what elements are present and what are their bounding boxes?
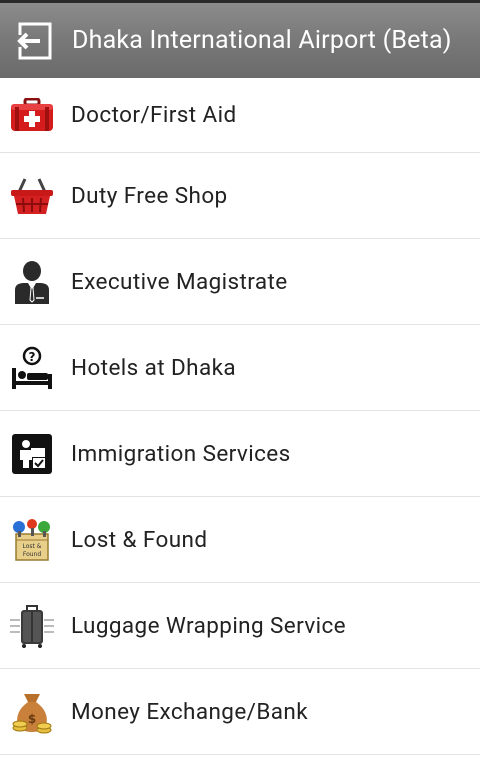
list-item-executive-magistrate[interactable]: Executive Magistrate [0, 239, 480, 325]
luggage-icon [0, 583, 64, 668]
action-bar: Dhaka International Airport (Beta) [0, 0, 480, 78]
back-button[interactable] [0, 3, 68, 78]
list-item-lost-and-found[interactable]: Lost & Found Lost & Found [0, 497, 480, 583]
page-title: Dhaka International Airport (Beta) [72, 26, 452, 55]
money-bag-icon: $ [0, 669, 64, 754]
list-item-immigration-services[interactable]: Immigration Services [0, 411, 480, 497]
immigration-icon [0, 411, 64, 496]
list-item-label: Executive Magistrate [71, 268, 288, 295]
service-list: Doctor/First Aid Duty Free Shop Executiv… [0, 78, 480, 755]
first-aid-kit-icon [0, 78, 64, 152]
list-item-duty-free-shop[interactable]: Duty Free Shop [0, 153, 480, 239]
list-item-label: Hotels at Dhaka [71, 354, 237, 381]
list-item-label: Immigration Services [71, 440, 291, 467]
list-item-label: Money Exchange/Bank [71, 698, 309, 725]
list-item-label: Lost & Found [71, 526, 208, 553]
svg-text:Lost &: Lost & [23, 543, 42, 550]
list-item-hotels-at-dhaka[interactable]: ? Hotels at Dhaka [0, 325, 480, 411]
back-arrow-icon [14, 21, 54, 61]
svg-text:$: $ [28, 712, 36, 726]
list-item-luggage-wrapping-service[interactable]: Luggage Wrapping Service [0, 583, 480, 669]
svg-text:?: ? [29, 350, 36, 364]
officer-icon [0, 239, 64, 324]
svg-text:Found: Found [23, 551, 42, 558]
list-item-label: Luggage Wrapping Service [71, 612, 347, 639]
list-item-money-exchange-bank[interactable]: $ Money Exchange/Bank [0, 669, 480, 755]
list-item-label: Duty Free Shop [71, 182, 228, 209]
list-item-doctor-first-aid[interactable]: Doctor/First Aid [0, 78, 480, 153]
hotel-bed-icon: ? [0, 325, 64, 410]
shopping-basket-icon [0, 153, 64, 238]
lost-found-icon: Lost & Found [0, 497, 64, 582]
list-item-label: Doctor/First Aid [71, 102, 237, 128]
